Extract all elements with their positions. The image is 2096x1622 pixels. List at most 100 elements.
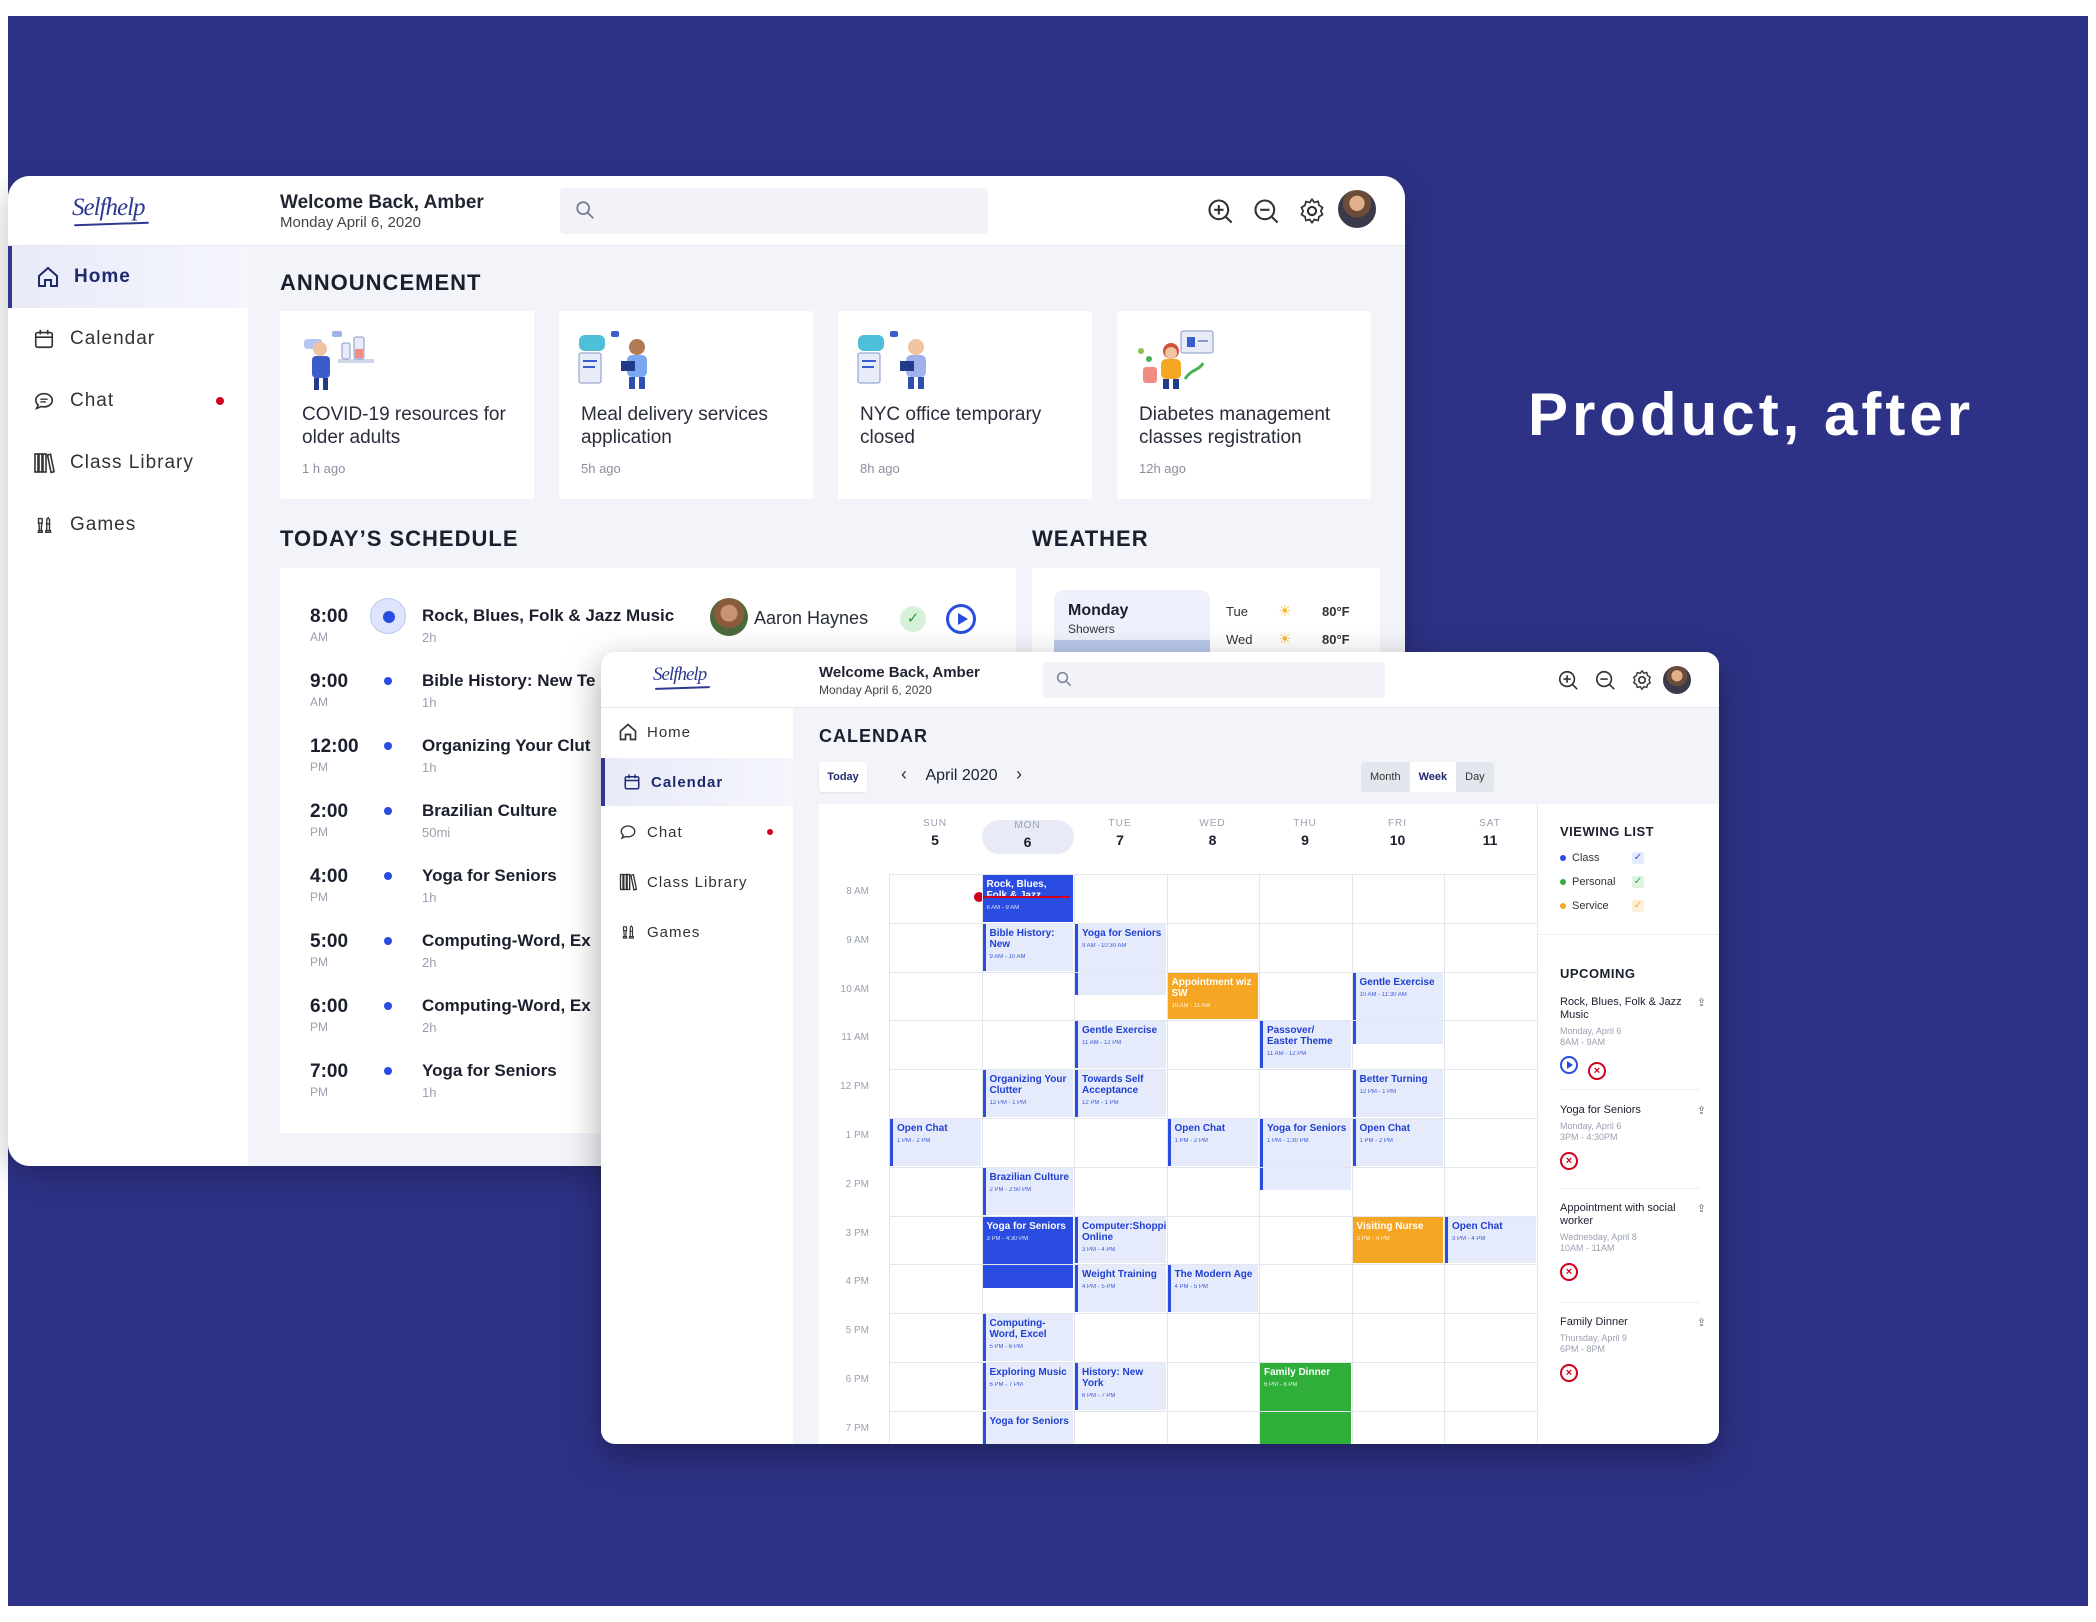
gear-icon[interactable] (1298, 197, 1326, 225)
zoom-in-icon[interactable] (1206, 197, 1234, 225)
checkbox-checked[interactable]: ✓ (1632, 900, 1644, 912)
share-icon[interactable]: ⇪ (1697, 996, 1706, 1009)
calendar-event[interactable]: Open Chat 3 PM - 4 PM (1445, 1216, 1536, 1264)
upcoming-item[interactable]: Appointment with social worker Wednesday… (1560, 1202, 1706, 1281)
view-week-button[interactable]: Week (1409, 762, 1457, 792)
share-icon[interactable]: ⇪ (1697, 1316, 1706, 1329)
calendar-event[interactable]: Better Turning 12 PM - 1 PM (1352, 1070, 1443, 1117)
calendar-event[interactable]: Computer:Shopping Online 3 PM - 4 PM (1075, 1216, 1166, 1264)
calendar-event[interactable]: Yoga for Seniors 9 AM - 10:30 AM (1075, 923, 1166, 995)
event-time: 11 AM - 12 PM (1082, 1040, 1122, 1047)
month-label: April 2020 (925, 767, 998, 784)
zoom-out-icon[interactable] (1594, 669, 1616, 691)
calendar-event[interactable]: Yoga for Seniors (982, 1411, 1073, 1444)
schedule-ampm: PM (310, 760, 328, 774)
day-header[interactable]: FRI 10 (1352, 818, 1444, 848)
calendar-event[interactable]: Organizing Your Clutter 12 PM - 1 PM (982, 1070, 1073, 1117)
announcement-card[interactable]: Diabetes management classes registration… (1117, 311, 1371, 499)
sidebar-item-games[interactable]: Games (601, 908, 793, 956)
upcoming-name: Family Dinner (1560, 1316, 1628, 1328)
sidebar-item-class-library[interactable]: Class Library (8, 432, 248, 494)
search-input[interactable] (560, 188, 988, 234)
calendar-event[interactable]: Open Chat 1 PM - 2 PM (890, 1119, 981, 1166)
view-month-button[interactable]: Month (1361, 762, 1410, 792)
upcoming-item[interactable]: Rock, Blues, Folk & Jazz Music Monday, A… (1560, 996, 1706, 1080)
today-button[interactable]: Today (819, 762, 867, 792)
share-icon[interactable]: ⇪ (1697, 1202, 1706, 1215)
cancel-icon[interactable]: × (1588, 1062, 1606, 1080)
calendar-event[interactable]: History: New York 6 PM - 7 PM (1075, 1363, 1166, 1410)
filter-class[interactable]: Class ✓ (1560, 852, 1644, 864)
upcoming-item[interactable]: Family Dinner Thursday, April 9 6PM - 8P… (1560, 1316, 1706, 1382)
cancel-icon[interactable]: × (1560, 1152, 1578, 1170)
gear-icon[interactable] (1631, 669, 1653, 691)
cancel-icon[interactable]: × (1560, 1364, 1578, 1382)
day-header[interactable]: SAT 11 (1444, 818, 1536, 848)
upcoming-item[interactable]: Yoga for Seniors Monday, April 6 3PM - 4… (1560, 1104, 1706, 1170)
check-icon[interactable]: ✓ (900, 606, 926, 632)
zoom-out-icon[interactable] (1252, 197, 1280, 225)
calendar-event[interactable]: The Modern Age 4 PM - 5 PM (1167, 1265, 1258, 1313)
sidebar-item-calendar[interactable]: Calendar (601, 758, 793, 806)
checkbox-checked[interactable]: ✓ (1632, 852, 1644, 864)
sidebar-item-chat[interactable]: Chat (601, 808, 793, 856)
schedule-duration: 1h (422, 890, 437, 905)
chevron-left-icon[interactable]: ‹ (895, 764, 913, 785)
filter-personal[interactable]: Personal ✓ (1560, 876, 1644, 888)
hour-gridline (889, 922, 1537, 924)
view-day-button[interactable]: Day (1456, 762, 1494, 792)
zoom-in-icon[interactable] (1557, 669, 1579, 691)
selfhelp-logo[interactable]: Selfhelp (653, 664, 707, 686)
day-header[interactable]: MON 6 (981, 820, 1074, 854)
event-title: Open Chat (1359, 1123, 1411, 1134)
calendar-event[interactable]: Open Chat 1 PM - 2 PM (1167, 1119, 1258, 1166)
sidebar-item-calendar[interactable]: Calendar (8, 308, 248, 370)
calendar-event[interactable]: Bible History: New 9 AM - 10 AM (982, 923, 1073, 971)
calendar-event[interactable]: Towards Self Acceptance 12 PM - 1 PM (1075, 1070, 1166, 1117)
calendar-event[interactable]: Weight Training 4 PM - 5 PM (1075, 1265, 1166, 1313)
announcement-card[interactable]: NYC office temporary closed 8h ago (838, 311, 1092, 499)
day-header[interactable]: TUE 7 (1074, 818, 1166, 848)
search-input[interactable] (1043, 662, 1385, 698)
play-icon[interactable] (946, 604, 976, 634)
calendar-event[interactable]: Rock, Blues, Folk & Jazz8 AM - 9 AM (982, 875, 1073, 922)
avatar[interactable] (1661, 664, 1693, 696)
day-header[interactable]: THU 9 (1259, 818, 1351, 848)
calendar-event[interactable]: Gentle Exercise 11 AM - 12 PM (1075, 1021, 1166, 1069)
calendar-event[interactable]: Visiting Nurse 3 PM - 4 PM (1352, 1216, 1443, 1264)
calendar-event[interactable]: Exploring Music 6 PM - 7 PM (982, 1363, 1073, 1410)
chevron-right-icon[interactable]: › (1010, 764, 1028, 785)
play-icon[interactable] (1560, 1056, 1578, 1074)
sidebar-item-class-library[interactable]: Class Library (601, 858, 793, 906)
sidebar-item-home[interactable]: Home (601, 708, 793, 756)
calendar-event[interactable]: Brazilian Culture 2 PM - 2:50 PM (982, 1167, 1073, 1215)
calendar-event[interactable]: Computing-Word, Excel 5 PM - 6 PM (982, 1314, 1073, 1361)
selfhelp-logo[interactable]: Selfhelp (72, 194, 146, 222)
calendar-event[interactable]: Yoga for Seniors 3 PM - 4:30 PM (982, 1216, 1073, 1288)
event-time: 9 AM - 10 AM (989, 953, 1026, 960)
calendar-event[interactable]: Open Chat 1 PM - 2 PM (1352, 1119, 1443, 1166)
home-icon (34, 263, 62, 291)
announcement-card[interactable]: COVID-19 resources for older adults 1 h … (280, 311, 534, 499)
sidebar-item-games[interactable]: Games (8, 494, 248, 556)
announcement-card[interactable]: Meal delivery services application 5h ag… (559, 311, 813, 499)
hour-label: 3 PM (845, 1227, 869, 1239)
calendar-event[interactable]: Family Dinner 6 PM - 8 PM (1260, 1363, 1351, 1444)
share-icon[interactable]: ⇪ (1697, 1104, 1706, 1117)
day-date: 5 (931, 832, 939, 848)
sidebar-item-chat[interactable]: Chat (8, 370, 248, 432)
day-header[interactable]: SUN 5 (889, 818, 981, 848)
upcoming-heading: UPCOMING (1560, 966, 1636, 981)
checkbox-checked[interactable]: ✓ (1632, 876, 1644, 888)
cancel-icon[interactable]: × (1560, 1263, 1578, 1281)
filter-service[interactable]: Service ✓ (1560, 900, 1644, 912)
view-toggle: Month Week Day (1361, 762, 1494, 792)
avatar[interactable] (1336, 188, 1378, 230)
calendar-event[interactable]: Gentle Exercise 10 AM - 11:30 AM (1352, 972, 1443, 1044)
sidebar-item-home[interactable]: Home (8, 246, 248, 308)
calendar-event[interactable]: Passover/ Easter Theme 11 AM - 12 PM (1260, 1021, 1351, 1069)
teacher-name: Aaron Haynes (754, 608, 869, 628)
calendar-event[interactable]: Appointment wiz SW 10 AM - 11 AM (1167, 972, 1258, 1020)
day-header[interactable]: WED 8 (1167, 818, 1259, 848)
calendar-event[interactable]: Yoga for Seniors 1 PM - 1:30 PM (1260, 1119, 1351, 1191)
